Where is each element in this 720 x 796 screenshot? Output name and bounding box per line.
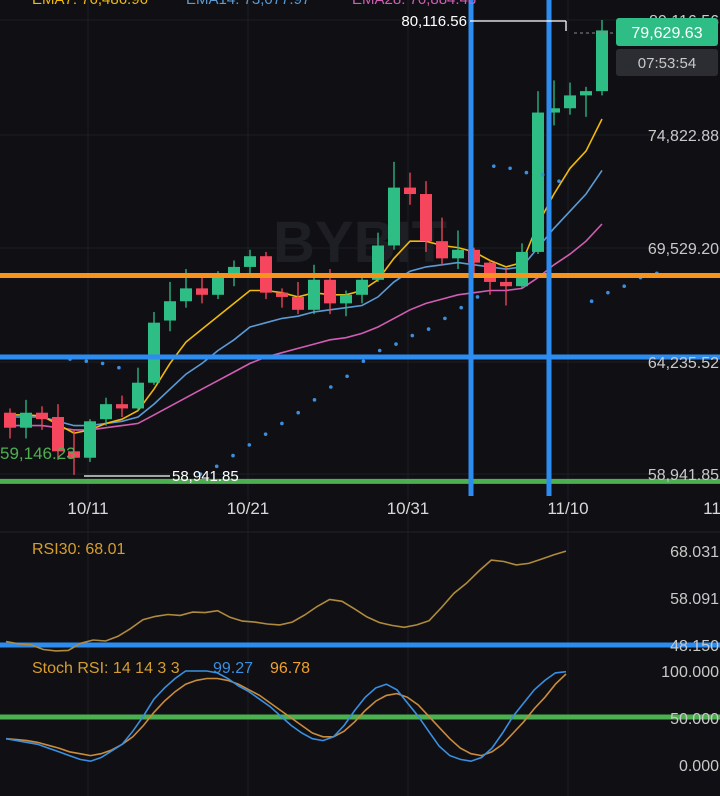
rsi-tick-label: 58.091 xyxy=(670,591,719,608)
candle-up xyxy=(532,112,544,252)
sar-dot xyxy=(231,453,235,458)
ema14-line xyxy=(10,169,603,427)
sar-dot xyxy=(524,170,529,175)
sar-dot xyxy=(475,295,480,299)
candle-down xyxy=(276,292,288,297)
candle-down xyxy=(292,296,304,310)
sar-dot xyxy=(589,299,594,304)
candle-down xyxy=(436,241,448,259)
stoch-tick-label: 0.000 xyxy=(679,758,719,775)
candle-up xyxy=(100,404,112,420)
candle-down xyxy=(196,288,208,295)
sar-dot xyxy=(508,166,512,171)
ema14-label: EMA14: 73,077.97 xyxy=(186,0,310,8)
rsi-panel: 68.031 58.091 48.150 xyxy=(5,544,719,655)
candle-up xyxy=(180,288,192,302)
candle-down xyxy=(484,262,496,282)
sar-dot xyxy=(117,365,121,370)
candle-up xyxy=(244,256,256,267)
stoch-tick-label: 100.000 xyxy=(661,664,719,681)
sar-dot xyxy=(540,172,545,177)
ema7-label: EMA7: 76,486.96 xyxy=(32,0,148,8)
candle-up xyxy=(596,30,608,92)
sar-dot xyxy=(247,443,252,447)
sar-dot xyxy=(296,410,301,415)
candle-down xyxy=(4,412,16,428)
candle-down xyxy=(404,187,416,195)
price-tick-label: 74,822.88 xyxy=(648,128,719,145)
date-tick-label: 10/31 xyxy=(387,499,430,518)
rsi-label: RSI30: 68.01 xyxy=(32,541,126,558)
candle-down xyxy=(420,194,432,242)
left-marker-label: 59,146.23 xyxy=(0,444,76,463)
countdown-value: 07:53:54 xyxy=(638,55,696,72)
candle-up xyxy=(340,294,352,304)
stoch-d-value: 96.78 xyxy=(270,660,310,677)
sar-dot xyxy=(280,421,284,426)
sar-dot xyxy=(312,398,317,402)
candle-up xyxy=(356,279,368,295)
candle-up xyxy=(516,251,528,287)
candle-down xyxy=(36,412,48,420)
sar-dot xyxy=(410,333,415,338)
high-marker-label: 80,116.56 xyxy=(401,13,467,30)
price-tick-label: 69,529.20 xyxy=(648,241,719,258)
rsi-tick-label: 48.150 xyxy=(670,638,719,655)
price-tick-label: 64,235.52 xyxy=(648,355,719,372)
candle-up xyxy=(228,266,240,274)
rsi-tick-label: 68.031 xyxy=(670,544,719,561)
sar-dot xyxy=(492,164,496,168)
sar-dot xyxy=(361,359,366,364)
candle-up xyxy=(564,95,576,109)
stoch-k-value: 99.27 xyxy=(213,660,253,677)
ema28-label: EMA28: 70,884.48 xyxy=(352,0,476,8)
chart-canvas: BYBIT EMA7: 76,486.96 EMA14: 73,077.97 E… xyxy=(0,0,720,796)
sar-dot xyxy=(426,327,431,331)
candle-up xyxy=(20,412,32,428)
sar-dot xyxy=(84,359,89,364)
sar-dot xyxy=(345,374,349,379)
candle-up xyxy=(388,187,400,246)
low-marker-label: 58,941.85 xyxy=(172,468,239,485)
sar-dot xyxy=(557,179,561,183)
sar-dot xyxy=(606,290,610,295)
stoch-tick-label: 50.000 xyxy=(670,711,719,728)
candle-up xyxy=(132,382,144,409)
sar-dot xyxy=(443,316,447,321)
sar-dot xyxy=(377,348,382,353)
candle-down xyxy=(324,279,336,304)
candle-up xyxy=(148,322,160,383)
sar-dot xyxy=(263,432,268,436)
sar-dot xyxy=(459,305,464,310)
horizontal-lines[interactable] xyxy=(0,272,720,720)
candle-up xyxy=(452,249,464,259)
date-tick-label: 11/10 xyxy=(547,499,588,518)
price-axis: 80,116.5674,822.8869,529.2064,235.5258,9… xyxy=(648,13,719,484)
date-tick-label: 11 xyxy=(703,499,720,518)
date-tick-label: 10/21 xyxy=(227,499,270,518)
last-price-value: 79,629.63 xyxy=(631,25,702,42)
high-marker: 80,116.56 xyxy=(401,13,567,31)
price-tick-label: 58,941.85 xyxy=(648,467,719,484)
sar-dot xyxy=(394,342,398,346)
rsi-line xyxy=(5,550,567,652)
candle-up xyxy=(580,91,592,96)
candle-up xyxy=(164,301,176,321)
sar-dot xyxy=(100,361,105,366)
candle-up xyxy=(84,421,96,458)
date-tick-label: 10/11 xyxy=(67,499,108,518)
sar-dot xyxy=(622,284,626,289)
candle-up xyxy=(308,279,320,310)
sar-dot xyxy=(329,385,333,389)
stoch-label: Stoch RSI: 14 14 3 3 xyxy=(32,660,180,677)
candle-down xyxy=(116,404,128,409)
candle-down xyxy=(500,281,512,287)
date-axis: 10/11 10/21 10/31 11/10 11 xyxy=(67,499,720,518)
